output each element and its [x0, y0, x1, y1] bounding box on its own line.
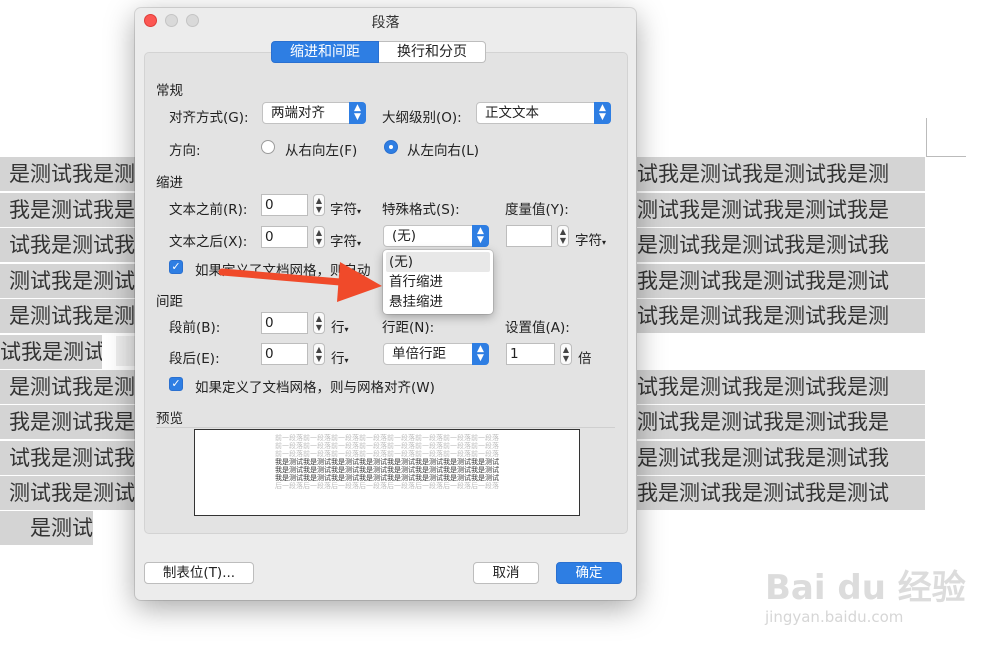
annotation-arrow-icon [218, 262, 382, 302]
